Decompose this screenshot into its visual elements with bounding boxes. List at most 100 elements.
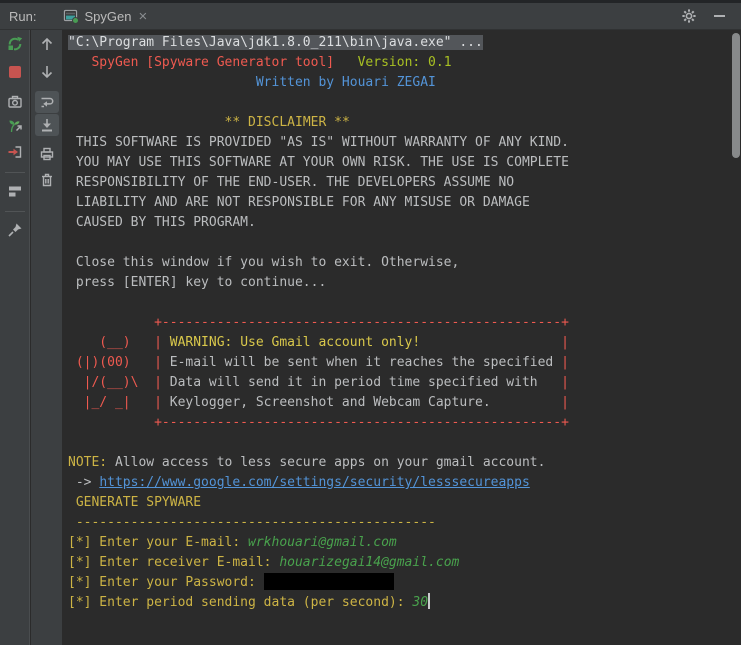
console-line: +---------------------------------------…: [68, 313, 741, 333]
console-text-segment: Written by Houari ZEGAI: [255, 75, 436, 90]
up-stack-trace-icon[interactable]: [35, 32, 59, 56]
console-text-segment: [68, 495, 76, 510]
print-icon[interactable]: [35, 142, 59, 166]
console-line: "C:\Program Files\Java\jdk1.8.0_211\bin\…: [68, 33, 741, 53]
console-line: Written by Houari ZEGAI: [68, 73, 741, 93]
scroll-to-end-icon[interactable]: [34, 114, 59, 136]
console-text-segment: RESPONSIBILITY OF THE END-USER. THE DEVE…: [68, 175, 515, 190]
stop-icon[interactable]: [3, 60, 27, 84]
stop-square-glyph: [8, 66, 21, 78]
rerun-icon[interactable]: [3, 32, 27, 56]
run-titlebar: Run: SpyGen ×: [0, 3, 741, 30]
console-line: [*] Enter your E-mail: wrkhouari@gmail.c…: [68, 533, 741, 553]
input-caret: [428, 593, 431, 609]
minimize-glyph: [713, 15, 725, 17]
down-stack-trace-icon[interactable]: [35, 60, 59, 84]
console-text-segment: 30: [412, 595, 429, 610]
soft-wrap-icon[interactable]: [34, 91, 59, 113]
thread-dump-icon[interactable]: [3, 114, 27, 138]
password-redaction-box: [263, 573, 394, 590]
pin-tab-icon[interactable]: [3, 218, 27, 242]
console-text-segment: [*] Enter your E-mail:: [68, 535, 249, 550]
run-console-icon: [63, 8, 80, 24]
run-tool-window: Run: SpyGen × "C:\Program Files\Java\jdk…: [0, 0, 741, 645]
camera-snapshot-icon[interactable]: [3, 90, 27, 114]
console-text-segment: houarizegai14@gmail.com: [279, 555, 460, 570]
console-line: |_/ _| | Keylogger, Screenshot and Webca…: [68, 393, 741, 413]
console-scrollbar-thumb[interactable]: [732, 33, 740, 158]
console-line: [*] Enter receiver E-mail: houarizegai14…: [68, 553, 741, 573]
console-text-segment: SpyGen [Spyware Generator tool]: [91, 55, 335, 70]
console-text-segment: [*] Enter receiver E-mail:: [68, 555, 280, 570]
lesssecureapps-link[interactable]: https://www.google.com/settings/security…: [99, 475, 529, 490]
console-line: |/(__)\ | Data will send it in period ti…: [68, 373, 741, 393]
console-text-segment: ----------------------------------------…: [75, 515, 436, 530]
console-text-segment: [*] Enter period sending data (per secon…: [68, 595, 413, 610]
console-line: -> https://www.google.com/settings/secur…: [68, 473, 741, 493]
console-text-segment: [*] Enter your Password:: [68, 575, 264, 590]
console-text-segment: THIS SOFTWARE IS PROVIDED "AS IS" WITHOU…: [68, 135, 569, 150]
run-label: Run:: [9, 8, 37, 24]
console-text-segment: CAUSED BY THIS PROGRAM.: [68, 215, 256, 230]
console-text-segment: ** DISCLAIMER **: [224, 115, 350, 130]
console-text-segment: GENERATE SPYWARE: [75, 495, 202, 510]
console-text-segment: |: [561, 375, 569, 390]
run-toolbar: [0, 30, 30, 645]
console-text-segment: E-mail will be sent when it reaches the …: [161, 355, 562, 370]
hide-minimize-icon[interactable]: [707, 4, 731, 28]
console-text-segment: (__) |: [68, 335, 162, 350]
restore-layout-icon[interactable]: [3, 179, 27, 203]
clear-all-trash-icon[interactable]: [35, 168, 59, 192]
console-text-segment: Version: 0.1: [357, 55, 452, 70]
console-text-segment: LIABILITY AND ARE NOT RESPONSIBLE FOR AN…: [68, 195, 530, 210]
console-line: CAUSED BY THIS PROGRAM.: [68, 213, 741, 233]
console-text-segment: "C:\Program Files\Java\jdk1.8.0_211\bin\…: [68, 35, 483, 50]
console-line: (|)(00) | E-mail will be sent when it re…: [68, 353, 741, 373]
console-text-segment: NOTE:: [68, 455, 108, 470]
toolbar-separator: [4, 172, 25, 173]
console-text-segment: |_/ _| |: [68, 395, 162, 410]
console-text-segment: |: [561, 355, 569, 370]
console-text-segment: [538, 375, 561, 390]
console-line: SpyGen [Spyware Generator tool] Version:…: [68, 53, 741, 73]
console-line: RESPONSIBILITY OF THE END-USER. THE DEVE…: [68, 173, 741, 193]
console-line: +---------------------------------------…: [68, 413, 741, 433]
console-text-segment: ->: [68, 475, 100, 490]
console-line: ** DISCLAIMER **: [68, 113, 741, 133]
console-line: ----------------------------------------…: [68, 513, 741, 533]
tab-close-icon[interactable]: ×: [136, 9, 149, 24]
console-line: (__) | WARNING: Use Gmail account only! …: [68, 333, 741, 353]
console-text-segment: Close this window if you wish to exit. O…: [68, 255, 460, 270]
console-text-segment: +---------------------------------------…: [68, 315, 569, 330]
console-scrollbar-track: [730, 30, 741, 645]
console-line: press [ENTER] key to continue...: [68, 273, 741, 293]
tab-spygen[interactable]: SpyGen ×: [54, 3, 158, 29]
console-text-segment: [68, 115, 225, 130]
console-line: GENERATE SPYWARE: [68, 493, 741, 513]
exit-icon[interactable]: [3, 140, 27, 164]
console-text-segment: |/(__)\ |: [68, 375, 162, 390]
console-text-segment: wrkhouari@gmail.com: [248, 535, 397, 550]
console-text-segment: [68, 515, 76, 530]
console-line: Close this window if you wish to exit. O…: [68, 253, 741, 273]
console-text-segment: (|)(00) |: [68, 355, 162, 370]
console-text-segment: YOU MAY USE THIS SOFTWARE AT YOUR OWN RI…: [68, 155, 569, 170]
console-line: [*] Enter your Password:: [68, 573, 741, 593]
console-text-segment: [491, 395, 561, 410]
console-line: THIS SOFTWARE IS PROVIDED "AS IS" WITHOU…: [68, 133, 741, 153]
console-text-segment: WARNING: Use Gmail account only!: [161, 335, 421, 350]
console-output[interactable]: "C:\Program Files\Java\jdk1.8.0_211\bin\…: [62, 30, 741, 645]
console-line: NOTE: Allow access to less secure apps o…: [68, 453, 741, 473]
console-text-segment: [68, 75, 256, 90]
tab-label: SpyGen: [84, 8, 132, 24]
console-toolbar: [31, 30, 62, 645]
console-text-segment: +---------------------------------------…: [68, 415, 569, 430]
console-text-segment: Keylogger, Screenshot and Webcam Capture…: [161, 395, 491, 410]
console-text-segment: |: [561, 335, 569, 350]
console-line: [*] Enter period sending data (per secon…: [68, 593, 741, 613]
settings-gear-icon[interactable]: [677, 4, 701, 28]
